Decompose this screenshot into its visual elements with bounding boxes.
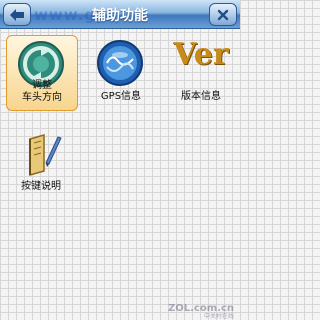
watermark-sub: 中关村在线 (203, 313, 234, 320)
page-title: 辅助功能 (92, 8, 148, 24)
tile-label-line1: 调整 (32, 80, 52, 91)
tile-label-line2: 车头方向 (22, 92, 62, 103)
tile-label: 按键说明 (21, 181, 61, 192)
title-bar: www.gps 辅助功能 (0, 0, 240, 29)
book-pen-icon (14, 129, 66, 177)
tile-label: 版本信息 (181, 91, 221, 102)
key-description-tile[interactable]: 按键说明 (6, 125, 76, 199)
adjust-heading-tile[interactable]: 调整 车头方向 (6, 35, 78, 111)
tile-label: GPS信息 (100, 91, 142, 102)
version-info-tile[interactable]: Ver 版本信息 (166, 35, 236, 109)
close-icon (217, 9, 229, 20)
globe-icon (94, 39, 146, 87)
gps-info-tile[interactable]: GPS信息 (86, 35, 156, 109)
close-button[interactable] (209, 3, 237, 26)
ver-icon: Ver (173, 37, 229, 72)
